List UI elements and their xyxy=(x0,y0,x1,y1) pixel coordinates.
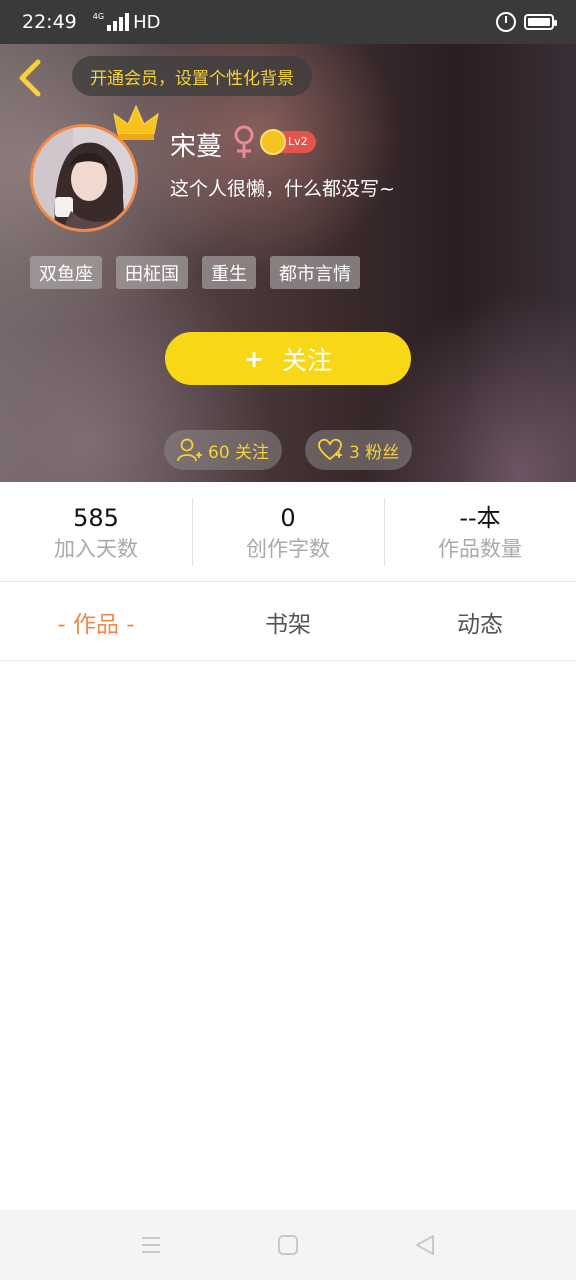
stat-word-count: 0 创作字数 xyxy=(192,482,384,581)
network-type: 4G xyxy=(92,12,105,21)
status-time: 22:49 xyxy=(22,11,77,33)
tag-item[interactable]: 田柾国 xyxy=(116,256,188,289)
menu-icon[interactable] xyxy=(138,1232,164,1258)
alarm-icon xyxy=(496,12,516,32)
status-bar: 22:49 4G HD xyxy=(0,0,576,44)
tab-works[interactable]: - 作品 - xyxy=(0,583,192,660)
tag-list: 双鱼座 田柾国 重生 都市言情 xyxy=(30,256,360,289)
stat-label: 创作字数 xyxy=(246,537,330,561)
follow-button[interactable]: + 关注 xyxy=(165,332,411,385)
stat-value: --本 xyxy=(459,504,501,532)
crown-icon xyxy=(113,104,159,140)
tab-bookshelf[interactable]: 书架 xyxy=(192,583,384,660)
stat-label: 作品数量 xyxy=(438,537,522,561)
tag-item[interactable]: 都市言情 xyxy=(270,256,360,289)
home-icon[interactable] xyxy=(275,1232,301,1258)
vip-banner[interactable]: 开通会员，设置个性化背景 xyxy=(72,56,312,96)
user-bio: 这个人很懒，什么都没写~ xyxy=(170,178,395,200)
follow-label: 关注 xyxy=(282,345,333,375)
profile-header: 开通会员，设置个性化背景 宋蔓 Lv2 这个人很懒，什么都没写~ 双鱼座 田柾国… xyxy=(0,44,576,482)
stat-join-days: 585 加入天数 xyxy=(0,482,192,581)
female-icon xyxy=(234,125,254,158)
following-label: 60 关注 xyxy=(208,442,270,463)
heart-icon xyxy=(318,438,342,461)
fans-label: 3 粉丝 xyxy=(349,442,400,463)
tag-item[interactable]: 重生 xyxy=(202,256,256,289)
following-count-button[interactable]: 60 关注 xyxy=(164,430,282,470)
signal-icon: 4G xyxy=(92,12,130,31)
plus-icon: + xyxy=(243,344,265,373)
back-button[interactable] xyxy=(14,58,48,98)
stat-value: 585 xyxy=(73,504,119,532)
system-nav-bar xyxy=(0,1210,576,1280)
level-crown-icon xyxy=(260,129,286,155)
level-badge: Lv2 xyxy=(260,129,316,155)
battery-icon xyxy=(524,14,557,30)
user-name: 宋蔓 xyxy=(170,132,223,162)
tab-bar: - 作品 - 书架 动态 xyxy=(0,583,576,661)
level-text: Lv2 xyxy=(288,135,308,148)
stats-row: 585 加入天数 0 创作字数 --本 作品数量 xyxy=(0,482,576,582)
stat-works-count: --本 作品数量 xyxy=(384,482,576,581)
fans-count-button[interactable]: 3 粉丝 xyxy=(305,430,412,470)
tab-content-area xyxy=(0,662,576,1210)
tag-item[interactable]: 双鱼座 xyxy=(30,256,102,289)
chevron-left-icon xyxy=(19,59,41,97)
stat-value: 0 xyxy=(280,504,296,532)
back-triangle-icon[interactable] xyxy=(412,1232,438,1258)
hd-indicator: HD xyxy=(133,11,161,33)
profile-screen: 22:49 4G HD 开通会员，设置个性化背景 宋蔓 Lv2 这个人很懒，什么… xyxy=(0,0,576,1280)
stat-label: 加入天数 xyxy=(54,537,138,561)
user-add-icon xyxy=(177,438,202,462)
tab-activity[interactable]: 动态 xyxy=(384,583,576,660)
